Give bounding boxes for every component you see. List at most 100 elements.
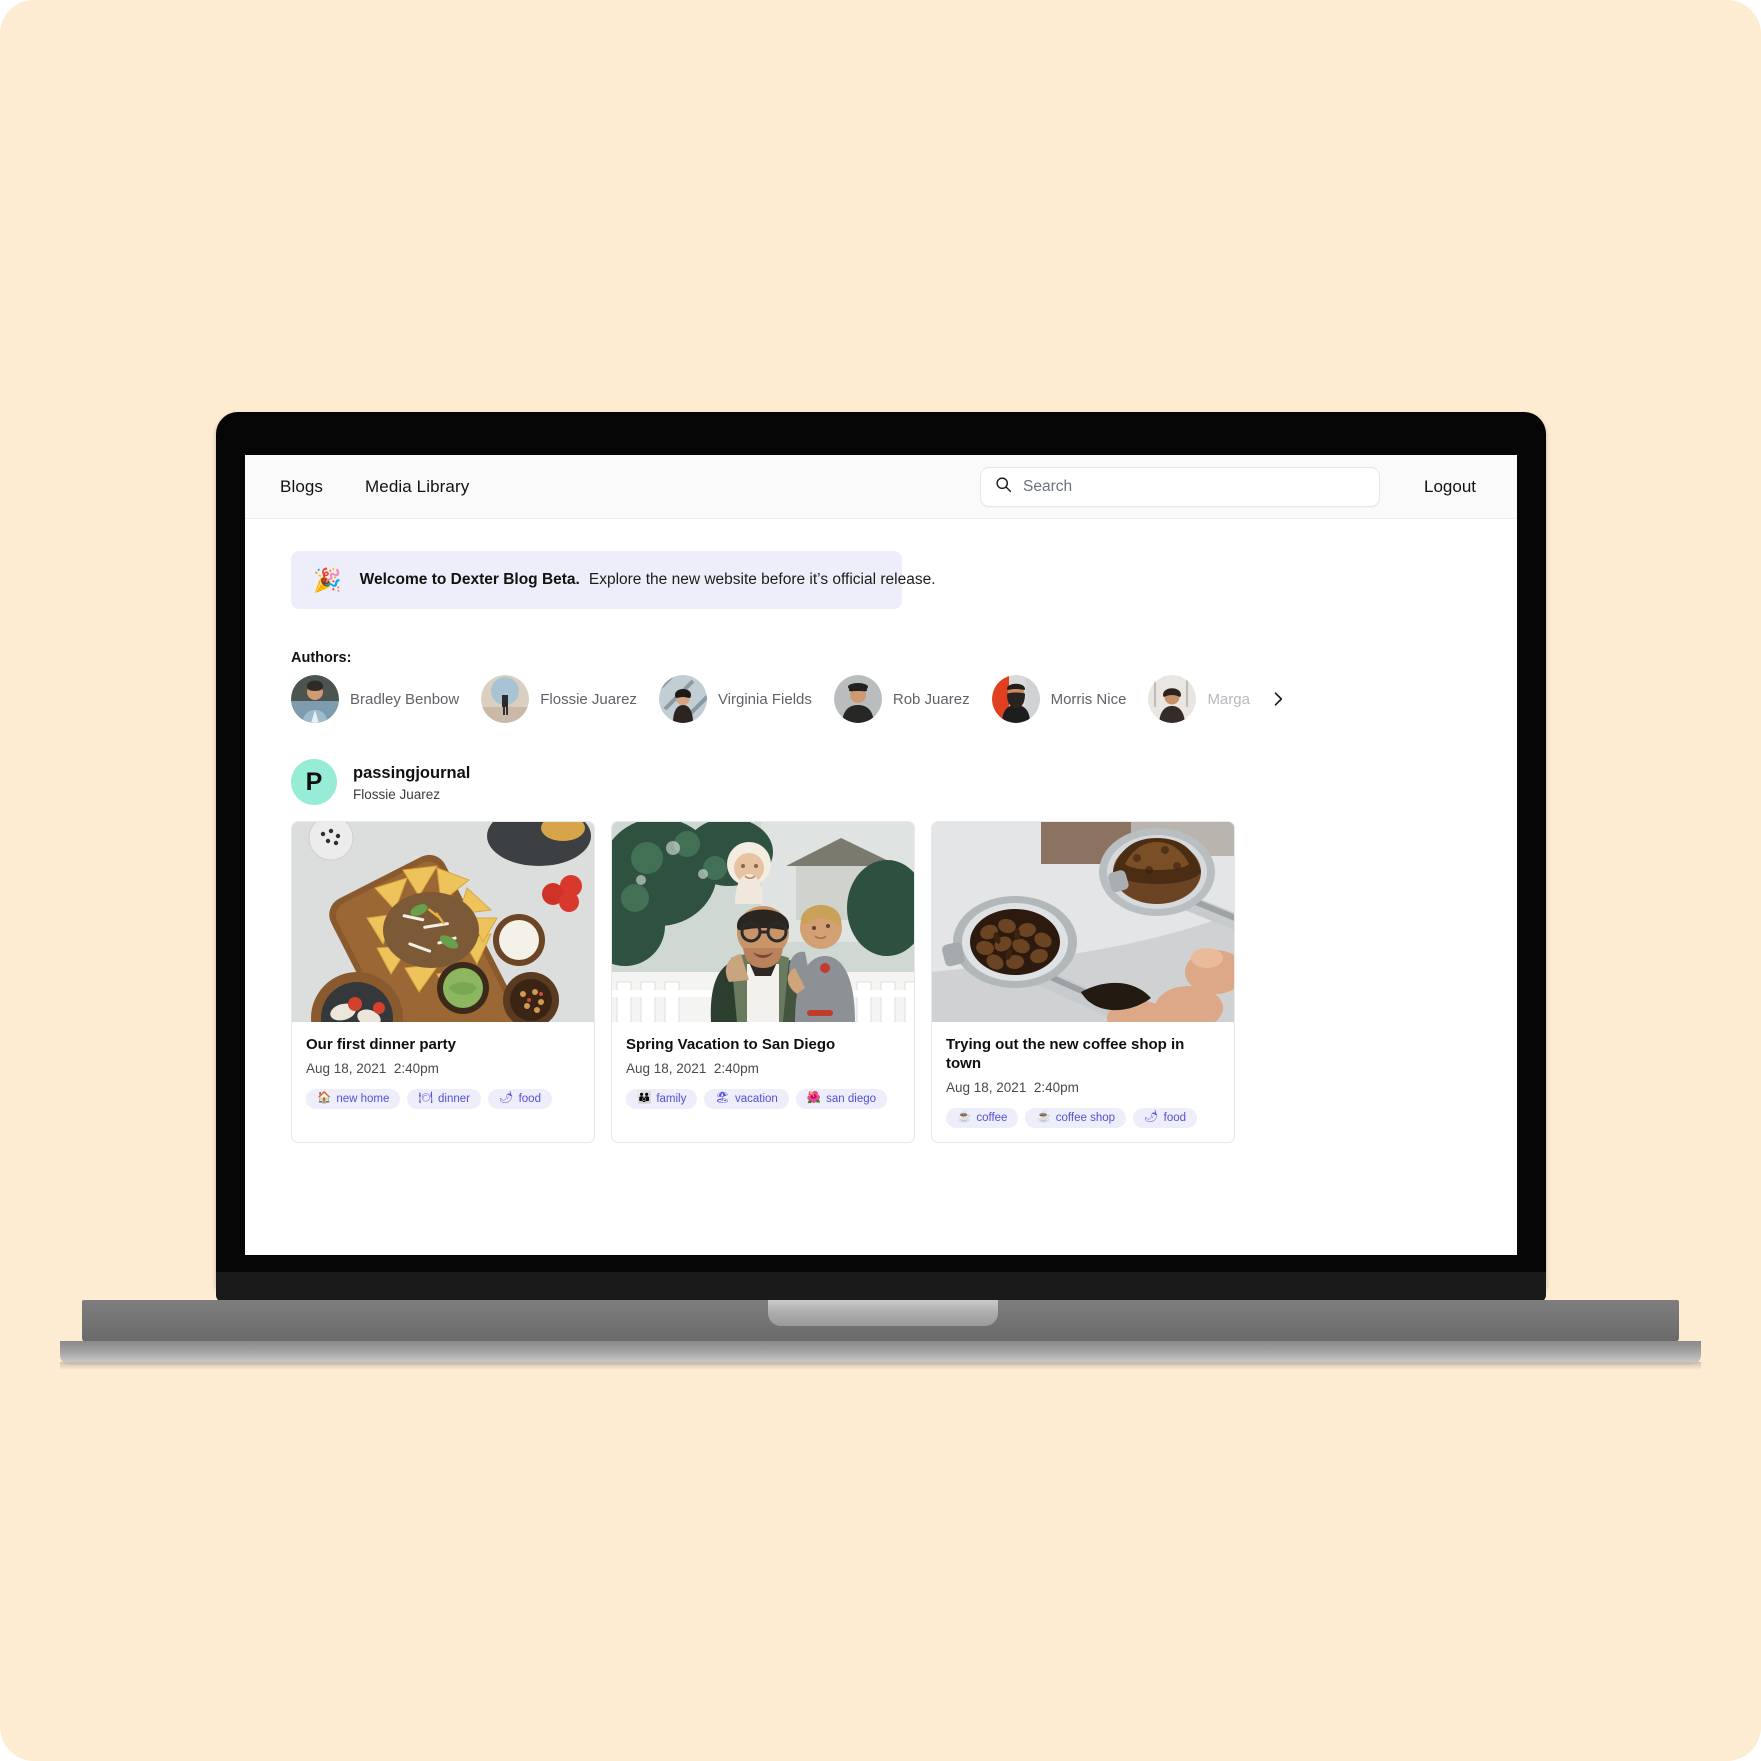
author-name: Rob Juarez (892, 690, 970, 708)
house-icon: 🏠 (317, 1092, 332, 1104)
author-name: Virginia Fields (717, 690, 812, 708)
author-name: Morris Nice (1050, 690, 1127, 708)
post-date-value: Aug 18, 2021 (306, 1060, 387, 1076)
laptop-mockup: Blogs Media Library Logout (0, 0, 1761, 1761)
tag-family[interactable]: 👪 family (626, 1088, 698, 1109)
nav-link-blogs[interactable]: Blogs (280, 477, 323, 497)
nachos-board-photo (292, 822, 594, 1022)
post-time-value: 2:40pm (1033, 1079, 1079, 1095)
laptop-base-shadow (60, 1362, 1701, 1370)
author-bradley-benbow[interactable]: Bradley Benbow (291, 675, 459, 723)
avatar (833, 675, 882, 723)
post-card-body: Spring Vacation to San Diego Aug 18, 202… (612, 1022, 914, 1123)
tag-label: coffee (976, 1111, 1008, 1124)
authors-label: Authors: (291, 650, 352, 666)
tag-label: food (1163, 1111, 1187, 1124)
post-card[interactable]: Spring Vacation to San Diego Aug 18, 202… (611, 821, 915, 1143)
author-morris-nice[interactable]: Morris Nice (991, 675, 1127, 723)
tag-label: family (656, 1092, 687, 1105)
post-tags: ☕ coffee ☕ coffee shop 🌶 food (946, 1107, 1220, 1128)
tag-coffee[interactable]: ☕ coffee (946, 1107, 1019, 1128)
post-card-body: Trying out the new coffee shop in town A… (932, 1022, 1234, 1142)
tag-dinner[interactable]: 🍽 dinner (407, 1088, 481, 1109)
welcome-banner-message: Explore the new website before it’s offi… (588, 571, 936, 588)
author-name: Margaret Juarez (1207, 690, 1251, 708)
main-content: 🎉 Welcome to Dexter Blog Beta. Explore th… (245, 519, 1517, 1255)
post-date: Aug 18, 2021 2:40pm (626, 1061, 900, 1076)
post-tags: 🏠 new home 🍽 dinner 🌶 food (306, 1088, 580, 1109)
blog-header[interactable]: P passingjournal Flossie Juarez (291, 759, 1471, 805)
tag-new-home[interactable]: 🏠 new home (306, 1088, 401, 1109)
post-card-body: Our first dinner party Aug 18, 2021 2:40… (292, 1022, 594, 1123)
tag-food[interactable]: 🌶 food (1133, 1107, 1198, 1128)
search-box[interactable] (980, 466, 1380, 507)
tag-san-diego[interactable]: 🌺 san diego (795, 1088, 888, 1109)
tag-label: vacation (734, 1092, 778, 1105)
avatar (658, 675, 707, 723)
post-date: Aug 18, 2021 2:40pm (946, 1080, 1220, 1095)
tag-label: food (518, 1092, 541, 1105)
welcome-banner-text: Welcome to Dexter Blog Beta. Explore the … (360, 571, 936, 589)
post-tags: 👪 family 🏖 vacation 🌺 san diego (626, 1088, 900, 1109)
avatar (1148, 675, 1197, 723)
post-title: Spring Vacation to San Diego (626, 1036, 836, 1053)
post-title: Our first dinner party (306, 1036, 457, 1053)
post-time-value: 2:40pm (393, 1060, 439, 1076)
author-margaret-juarez[interactable]: Margaret Juarez (1148, 675, 1251, 723)
post-title: Trying out the new coffee shop in town (946, 1036, 1185, 1072)
post-date-value: Aug 18, 2021 (946, 1079, 1027, 1095)
top-navbar: Blogs Media Library Logout (245, 455, 1517, 519)
laptop-lid-chin (216, 1272, 1546, 1302)
laptop-base-notch (768, 1300, 998, 1326)
welcome-banner-title: Welcome to Dexter Blog Beta. (359, 571, 580, 588)
tag-food[interactable]: 🌶 food (487, 1088, 552, 1109)
father-with-children-photo (612, 822, 914, 1022)
search-icon (995, 476, 1012, 498)
nav-link-media-library[interactable]: Media Library (365, 477, 469, 497)
plate-icon: 🍽 (418, 1092, 433, 1104)
avatar (481, 675, 530, 723)
espresso-portafilters-photo (932, 822, 1234, 1022)
tag-label: dinner (438, 1092, 470, 1105)
coffee-icon: ☕ (1036, 1110, 1051, 1123)
authors-scroll-clip: Bradley Benbow Flossie Juarez Virginia F… (291, 675, 1251, 723)
tag-label: coffee shop (1055, 1111, 1116, 1124)
post-card[interactable]: Our first dinner party Aug 18, 2021 2:40… (291, 821, 595, 1143)
post-card-grid: Our first dinner party Aug 18, 2021 2:40… (291, 821, 1471, 1143)
blog-app: Blogs Media Library Logout (245, 455, 1517, 1255)
tag-coffee-shop[interactable]: ☕ coffee shop (1025, 1107, 1127, 1128)
tag-label: san diego (826, 1092, 877, 1105)
author-flossie-juarez[interactable]: Flossie Juarez (481, 675, 637, 723)
search-input[interactable] (1023, 477, 1365, 496)
author-virginia-fields[interactable]: Virginia Fields (658, 675, 812, 723)
blog-name: passingjournal (353, 763, 471, 782)
logout-button[interactable]: Logout (1424, 477, 1476, 497)
chili-pepper-icon: 🌶 (1144, 1110, 1159, 1123)
post-date: Aug 18, 2021 2:40pm (306, 1061, 580, 1076)
chili-pepper-icon: 🌶 (498, 1092, 514, 1104)
tag-label: new home (336, 1092, 390, 1105)
blog-avatar: P (291, 759, 337, 805)
hibiscus-icon: 🌺 (806, 1092, 822, 1104)
post-card[interactable]: Trying out the new coffee shop in town A… (931, 821, 1235, 1143)
screenshot-stage: Blogs Media Library Logout (0, 0, 1761, 1761)
welcome-banner: 🎉 Welcome to Dexter Blog Beta. Explore th… (291, 551, 936, 609)
authors-row: Bradley Benbow Flossie Juarez Virginia F… (291, 675, 1471, 723)
chevron-right-icon[interactable] (1265, 686, 1291, 712)
post-time-value: 2:40pm (713, 1060, 759, 1076)
nav-links: Blogs Media Library (280, 477, 469, 497)
author-name: Flossie Juarez (540, 690, 637, 708)
blog-author: Flossie Juarez (353, 787, 441, 803)
beach-icon: 🏖 (715, 1092, 730, 1104)
party-popper-icon: 🎉 (313, 566, 342, 593)
family-icon: 👪 (637, 1092, 652, 1104)
coffee-icon: ☕ (957, 1110, 972, 1123)
post-date-value: Aug 18, 2021 (626, 1060, 707, 1076)
avatar (291, 675, 339, 723)
blog-header-text: passingjournal Flossie Juarez (353, 762, 470, 802)
laptop-screen: Blogs Media Library Logout (245, 455, 1517, 1255)
avatar (991, 675, 1040, 723)
author-name: Bradley Benbow (350, 690, 460, 708)
tag-vacation[interactable]: 🏖 vacation (704, 1088, 789, 1109)
author-rob-juarez[interactable]: Rob Juarez (833, 675, 970, 723)
